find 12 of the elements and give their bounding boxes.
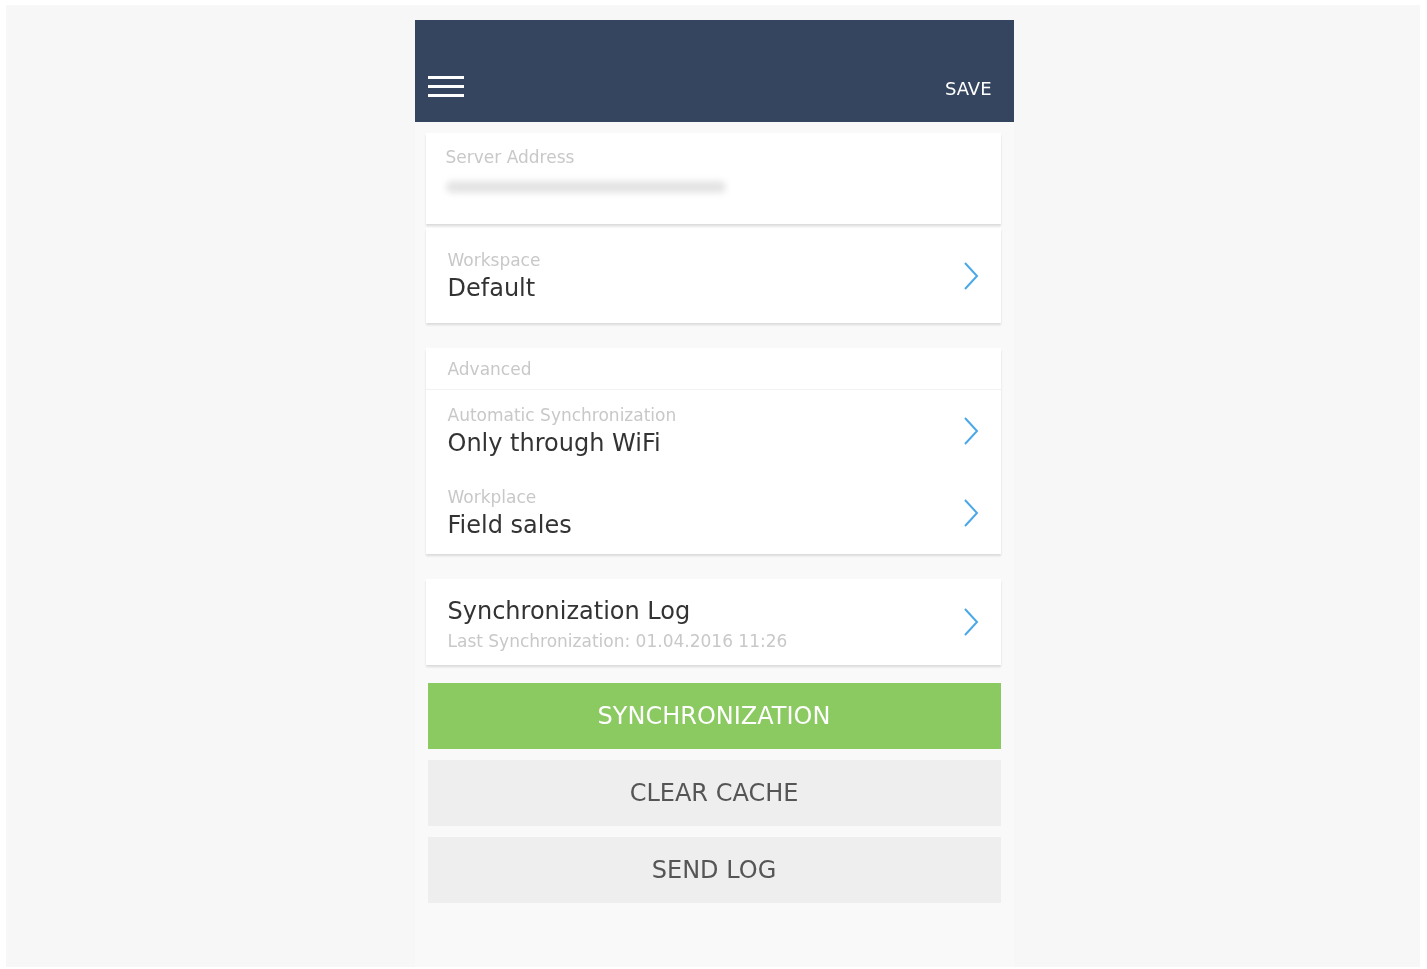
field-value: Only through WiFi (447, 429, 661, 457)
field-value: Field sales (447, 511, 572, 539)
chevron-right-icon (962, 498, 979, 528)
field-value: Default (447, 273, 536, 302)
log-title: Synchronization Log (447, 597, 691, 625)
chevron-right-icon (962, 260, 979, 291)
chevron-right-icon (962, 416, 979, 446)
action-button[interactable]: CLEAR CACHE (427, 760, 1001, 826)
action-button[interactable]: SEND LOG (427, 837, 1001, 903)
menu-icon[interactable] (427, 75, 464, 99)
save-button[interactable]: SAVE (944, 78, 992, 99)
chevron-right-icon (962, 607, 979, 637)
